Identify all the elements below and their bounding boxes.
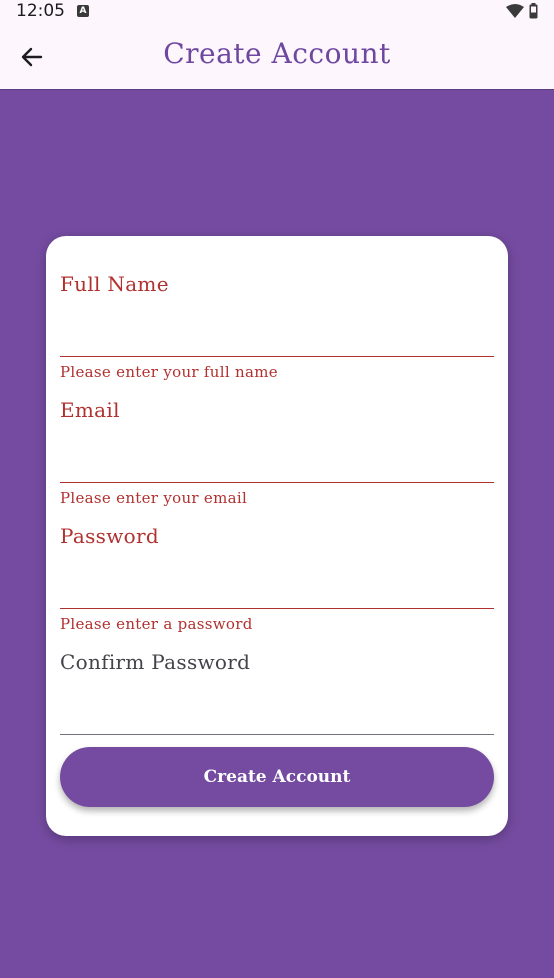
a-icon: A (77, 5, 89, 17)
confirm-password-underline (60, 734, 494, 735)
full-name-underline (60, 356, 494, 357)
full-name-error: Please enter your full name (60, 363, 278, 381)
password-input[interactable] (60, 524, 494, 608)
create-account-button[interactable]: Create Account (60, 747, 494, 807)
full-name-input[interactable] (60, 272, 494, 356)
battery-icon (529, 3, 538, 19)
password-underline (60, 608, 494, 609)
email-input[interactable] (60, 398, 494, 482)
app-bar: 12:05 A Create Account (0, 0, 554, 90)
email-error: Please enter your email (60, 489, 248, 507)
page-title: Create Account (163, 37, 391, 70)
status-time: 12:05 (16, 1, 65, 21)
status-icons (506, 3, 538, 19)
create-account-form: Full Name Please enter your full name Em… (46, 236, 508, 836)
wifi-icon (506, 4, 524, 18)
confirm-password-input[interactable] (60, 650, 494, 734)
password-error: Please enter a password (60, 615, 253, 633)
email-underline (60, 482, 494, 483)
